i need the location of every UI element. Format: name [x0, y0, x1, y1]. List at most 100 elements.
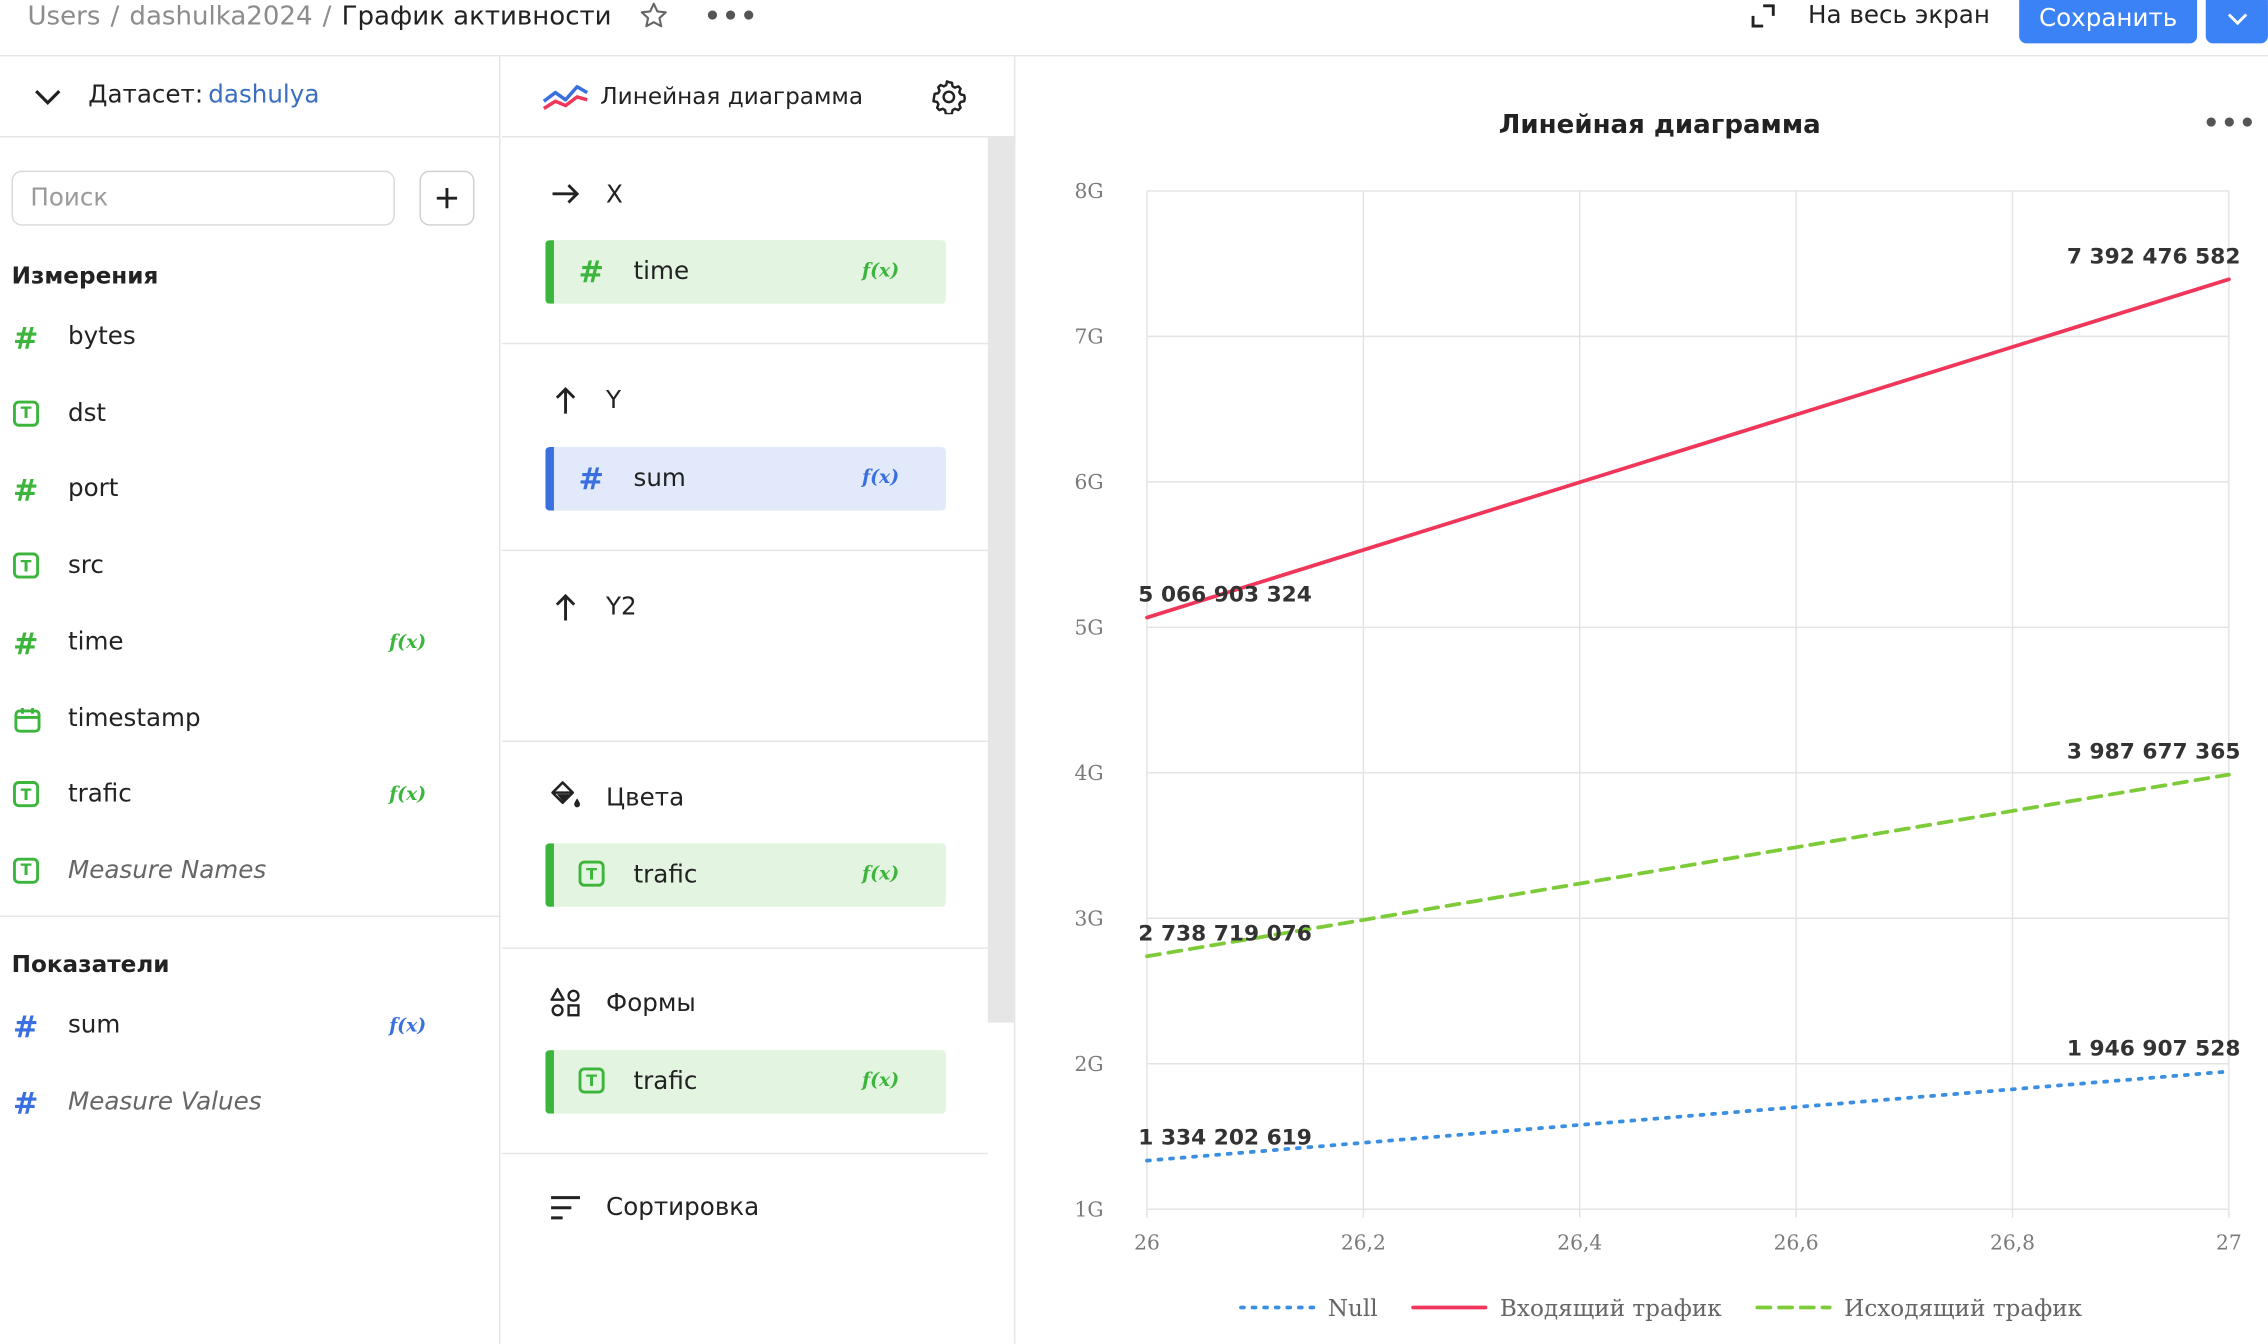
- fullscreen-label: На весь экран: [1808, 1, 1990, 31]
- y-tick-label: 8G: [1075, 179, 1104, 203]
- sort-icon: [551, 1196, 581, 1220]
- section-sort-label: Сортировка: [606, 1193, 760, 1223]
- breadcrumb-separator: /: [322, 0, 332, 32]
- chevron-down-icon[interactable]: [32, 82, 64, 111]
- section-colors-label: Цвета: [606, 783, 685, 813]
- data-label: 5 066 903 324: [1138, 583, 1312, 608]
- y-field-name: sum: [633, 464, 686, 494]
- breadcrumb: Users / dashulka2024 / График активности…: [27, 0, 758, 40]
- field-trafic[interactable]: Ttrafic f(x): [0, 767, 499, 825]
- series-line-1: [1145, 277, 2231, 620]
- shapes-icon: [550, 987, 580, 1017]
- y-tick-label: 2G: [1075, 1052, 1104, 1076]
- ellipsis-icon[interactable]: •••: [704, 1, 758, 31]
- field-dst[interactable]: Tdst: [0, 386, 499, 444]
- field-name: Measure Names: [67, 856, 267, 886]
- dataset-panel: Датасет: dashulya Измерения # bytes Tdst # p…: [0, 56, 501, 1344]
- text-type-icon: T: [13, 400, 40, 427]
- calendar-icon: [14, 707, 41, 732]
- search-input[interactable]: [11, 170, 395, 226]
- save-options-button[interactable]: [2205, 0, 2268, 44]
- gear-icon[interactable]: [931, 80, 966, 115]
- section-x: X # time f(x): [502, 137, 988, 342]
- breadcrumb-user[interactable]: dashulka2024: [129, 1, 312, 31]
- formula-icon: f(x): [389, 784, 427, 806]
- section-sort[interactable]: Сортировка: [502, 1154, 988, 1343]
- x-tick-label: 26,8: [1990, 1231, 2035, 1255]
- visualization-panel: Линейная диаграмма X # time f(x) Y # sum…: [501, 56, 1016, 1344]
- line-chart-icon: [542, 85, 589, 110]
- data-label: 1 334 202 619: [1138, 1126, 1312, 1151]
- field-measure-names[interactable]: T Measure Names: [0, 843, 499, 901]
- number-type-icon: #: [578, 461, 605, 497]
- scrollbar[interactable]: [987, 137, 1014, 1023]
- paint-bucket-icon: [551, 781, 581, 808]
- x-tick-label: 27: [2216, 1231, 2242, 1255]
- field-time[interactable]: # time f(x): [0, 614, 499, 672]
- text-type-icon: T: [13, 857, 40, 884]
- field-src[interactable]: Tsrc: [0, 538, 499, 596]
- field-name: sum: [67, 1011, 121, 1040]
- legend-label: Входящий трафик: [1500, 1296, 1722, 1322]
- breadcrumb-users[interactable]: Users: [27, 1, 100, 31]
- field-name: trafic: [67, 779, 132, 809]
- field-sum[interactable]: # sum f(x): [0, 998, 499, 1056]
- formula-icon: f(x): [862, 467, 900, 489]
- formula-icon: f(x): [389, 631, 427, 654]
- field-measure-values[interactable]: # Measure Values: [0, 1074, 499, 1132]
- section-y: Y # sum f(x): [502, 344, 988, 549]
- field-timestamp[interactable]: timestamp: [0, 691, 499, 749]
- field-name: timestamp: [67, 703, 201, 733]
- y-tick-label: 4G: [1075, 761, 1104, 785]
- legend-label: Исходящий трафик: [1844, 1296, 2082, 1322]
- dataset-label: Датасет:: [88, 80, 204, 110]
- divider: [0, 915, 501, 918]
- fullscreen-icon: [1751, 4, 1775, 28]
- text-type-icon: T: [578, 1067, 608, 1096]
- field-bytes[interactable]: # bytes: [0, 310, 499, 368]
- shapes-field-chip[interactable]: T trafic f(x): [545, 1050, 946, 1114]
- field-port[interactable]: # port: [0, 462, 499, 520]
- plus-icon: [436, 188, 458, 209]
- formula-icon: f(x): [862, 260, 900, 283]
- visualization-type-selector[interactable]: Линейная диаграмма: [501, 56, 1016, 138]
- legend-label: Null: [1328, 1296, 1378, 1322]
- dataset-name[interactable]: dashulya: [208, 81, 319, 110]
- breadcrumb-separator: /: [110, 0, 120, 32]
- fullscreen-button[interactable]: На весь экран: [1749, 0, 1990, 40]
- arrow-up-icon: [555, 387, 576, 414]
- x-field-chip[interactable]: # time f(x): [545, 240, 946, 304]
- section-shapes: Формы T trafic f(x): [502, 949, 988, 1153]
- text-type-icon: T: [13, 781, 40, 808]
- section-x-label: X: [606, 180, 623, 210]
- number-type-icon: #: [13, 625, 39, 661]
- x-field-name: time: [633, 257, 690, 287]
- y-tick-label: 1G: [1075, 1197, 1104, 1221]
- section-y2[interactable]: Y2: [502, 551, 988, 740]
- save-button[interactable]: Сохранить: [2019, 0, 2198, 44]
- y-field-chip[interactable]: # sum f(x): [545, 446, 946, 511]
- top-bar: Users / dashulka2024 / График активности…: [0, 0, 2268, 57]
- arrow-right-icon: [552, 184, 580, 204]
- visualization-type-label: Линейная диаграмма: [600, 82, 864, 110]
- x-tick-label: 26: [1134, 1231, 1160, 1255]
- text-type-icon: T: [13, 552, 40, 579]
- x-tick-label: 26,4: [1557, 1231, 1602, 1255]
- number-type-icon: #: [13, 473, 39, 509]
- y-tick-label: 6G: [1075, 470, 1104, 494]
- data-label: 1 946 907 528: [2067, 1037, 2241, 1062]
- dataset-selector[interactable]: Датасет: dashulya: [0, 56, 501, 138]
- star-icon[interactable]: [638, 0, 670, 32]
- x-tick-label: 26,2: [1341, 1231, 1386, 1255]
- formula-icon: f(x): [389, 1015, 427, 1038]
- y-tick-label: 5G: [1075, 616, 1104, 640]
- add-field-button[interactable]: [419, 170, 475, 226]
- field-name: src: [67, 551, 104, 581]
- measures-title: Показатели: [11, 950, 170, 978]
- section-colors: Цвета T trafic f(x): [502, 742, 988, 947]
- field-name: dst: [67, 398, 107, 428]
- number-type-icon: #: [13, 1009, 39, 1045]
- data-label: 3 987 677 365: [2067, 740, 2241, 765]
- colors-field-chip[interactable]: T trafic f(x): [545, 843, 946, 907]
- line-chart: 1G 2G 3G 4G 5G 6G 7G 8G 26 26,2 26,4 26,6 26,8 27 1 33…: [1075, 179, 2242, 1322]
